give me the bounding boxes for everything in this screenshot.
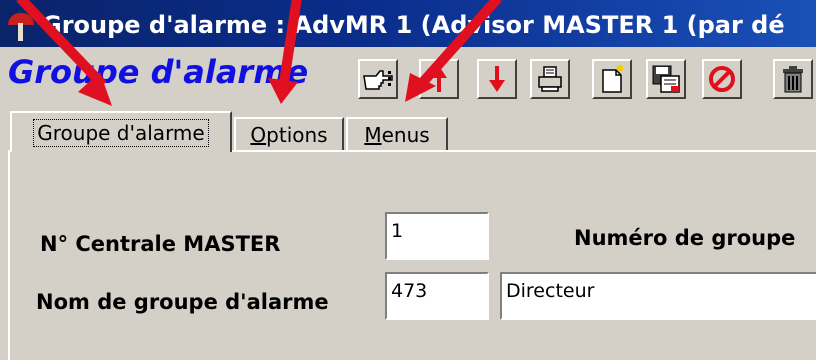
new-document-button[interactable] <box>592 59 632 99</box>
arrow-down-icon <box>489 66 505 92</box>
cancel-button[interactable] <box>702 59 742 99</box>
move-down-button[interactable] <box>477 59 517 99</box>
pointing-hand-icon <box>363 70 393 90</box>
window-title: Groupe d'alarme : AdvMR 1 (Advisor MASTE… <box>42 10 785 39</box>
title-bar: Groupe d'alarme : AdvMR 1 (Advisor MASTE… <box>0 0 816 47</box>
new-document-icon <box>602 64 624 93</box>
pointing-hand-button[interactable] <box>358 59 398 99</box>
save-button[interactable] <box>646 59 686 99</box>
group-name-field[interactable]: Directeur <box>500 272 816 320</box>
cancel-icon <box>709 66 735 92</box>
toolbar: Groupe d'alarme <box>0 47 816 105</box>
save-icon <box>652 65 680 93</box>
tab-strip: Groupe d'alarme Options Menus <box>0 105 816 152</box>
group-number-field[interactable]: 473 <box>385 272 489 320</box>
tab-label: Menus <box>364 122 430 147</box>
central-master-field[interactable]: 1 <box>385 212 489 260</box>
group-name-label: Nom de groupe d'alarme <box>36 290 329 314</box>
central-master-label: N° Centrale MASTER <box>40 232 281 256</box>
print-icon <box>538 66 562 92</box>
tab-label: Options <box>250 122 328 147</box>
arrow-up-icon <box>431 66 447 92</box>
delete-button[interactable] <box>773 59 813 99</box>
tab-menus[interactable]: Menus <box>346 117 448 150</box>
alarm-light-icon <box>6 7 36 41</box>
toolbar-title: Groupe d'alarme <box>8 53 309 91</box>
trash-icon <box>783 66 803 93</box>
tab-label: Groupe d'alarme <box>37 120 205 145</box>
tab-options[interactable]: Options <box>234 117 344 150</box>
move-up-button[interactable] <box>419 59 459 99</box>
group-number-label: Numéro de groupe <box>574 226 796 250</box>
tab-groupe-alarme[interactable]: Groupe d'alarme <box>10 111 232 152</box>
print-button[interactable] <box>530 59 570 99</box>
